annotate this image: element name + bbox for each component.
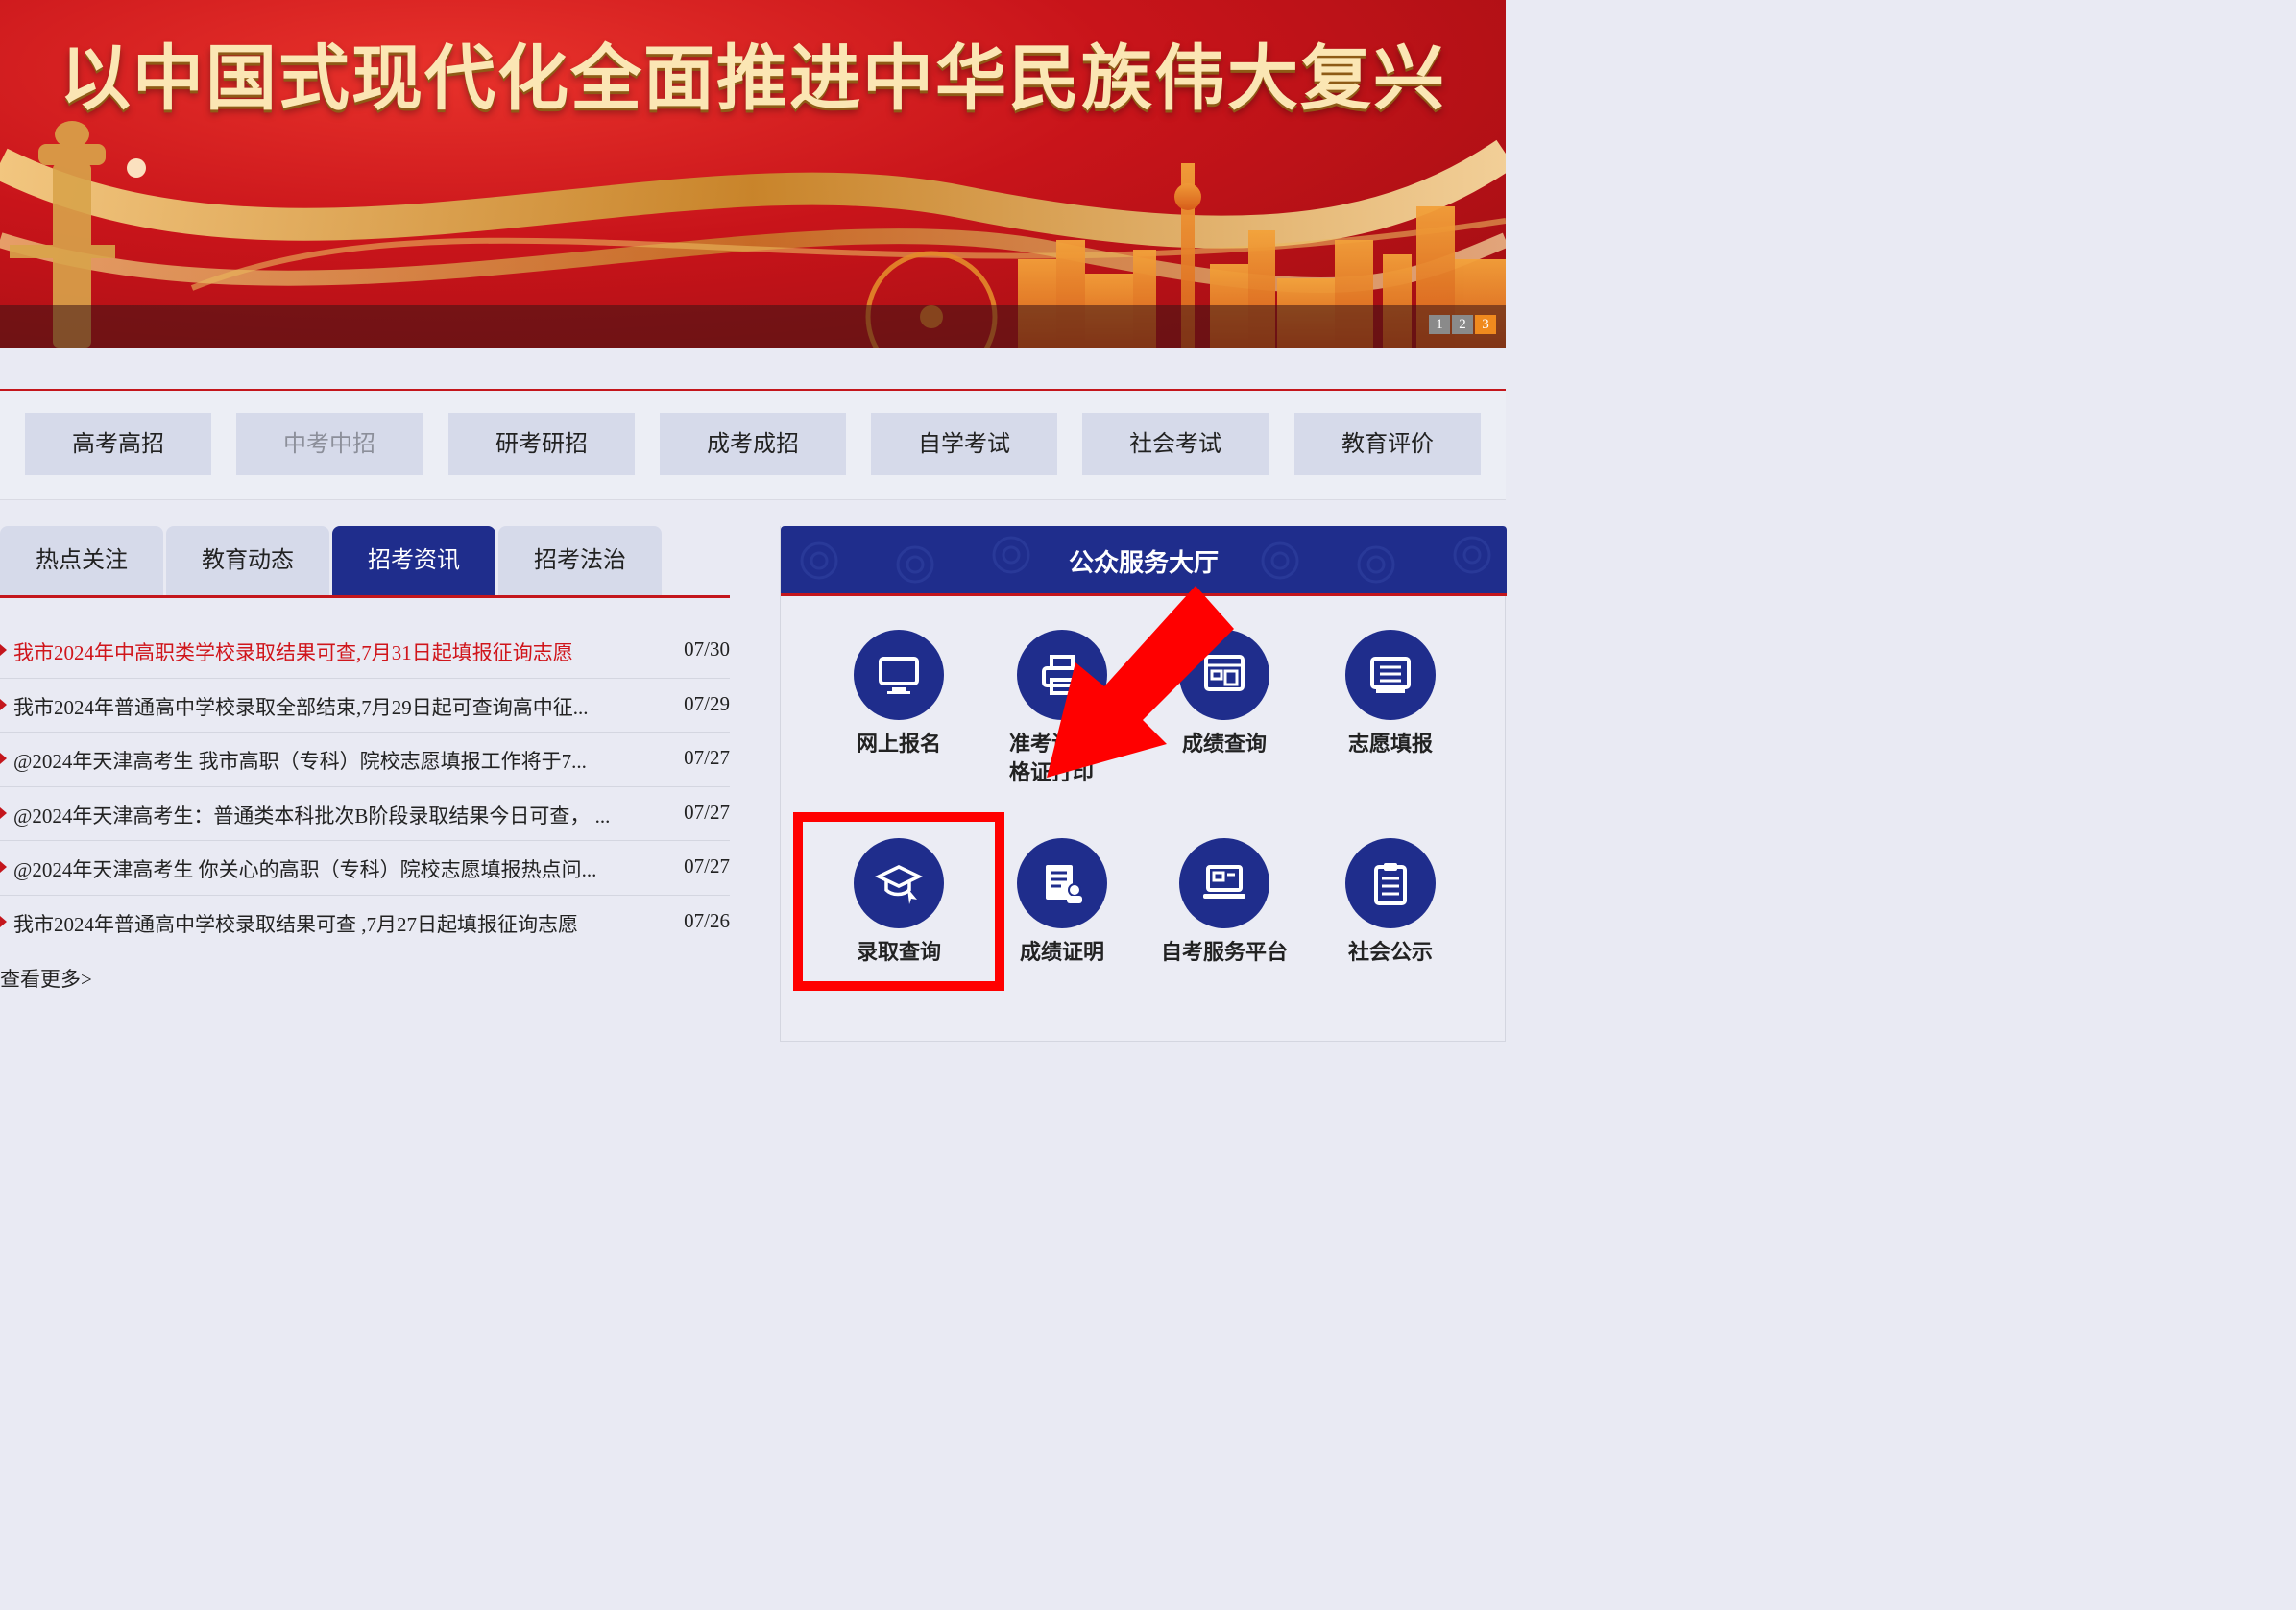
nav-yankao[interactable]: 研考研招 (448, 413, 635, 475)
bullet-icon (0, 698, 7, 710)
news-item[interactable]: @2024年天津高考生：普通类本科批次B阶段录取结果今日可查， ... 07/2… (0, 787, 730, 841)
bullet-icon (0, 915, 7, 927)
banner-page-2[interactable]: 2 (1452, 315, 1473, 334)
news-item[interactable]: 我市2024年中高职类学校录取结果可查,7月31日起填报征询志愿 07/30 (0, 624, 730, 679)
news-title[interactable]: @2024年天津高考生 你关心的高职（专科）院校志愿填报热点问... (13, 854, 596, 883)
news-title[interactable]: @2024年天津高考生 我市高职（专科）院校志愿填报工作将于7... (13, 746, 587, 775)
nav-chengkao[interactable]: 成考成招 (660, 413, 846, 475)
page: 以中国式现代化全面推进中华民族伟大复兴 1 2 3 高考高招 中考中招 研考研招… (0, 0, 1507, 1056)
news-title[interactable]: 我市2024年普通高中学校录取全部结束,7月29日起可查询高中征... (13, 692, 589, 721)
news-title[interactable]: @2024年天津高考生：普通类本科批次B阶段录取结果今日可查， ... (13, 801, 610, 829)
news-date: 07/30 (684, 637, 730, 661)
laptop-icon (1179, 838, 1269, 928)
news-date: 07/27 (684, 800, 730, 824)
service-self-study-platform[interactable]: 自考服务平台 (1152, 838, 1296, 967)
service-label: 社会公示 (1347, 940, 1433, 964)
nav-zixue[interactable]: 自学考试 (871, 413, 1057, 475)
nav-shehui[interactable]: 社会考试 (1082, 413, 1269, 475)
news-title[interactable]: 我市2024年中高职类学校录取结果可查,7月31日起填报征询志愿 (13, 637, 573, 666)
news-tabs: 热点关注 教育动态 招考资讯 招考法治 (0, 526, 730, 598)
tab-hot[interactable]: 热点关注 (0, 526, 163, 595)
news-date: 07/27 (684, 746, 730, 769)
banner-pager: 1 2 3 (1429, 315, 1496, 334)
news-item[interactable]: 我市2024年普通高中学校录取结果可查 ,7月27日起填报征询志愿 07/26 (0, 896, 730, 949)
red-arrow-icon (1047, 586, 1234, 778)
tab-education-news[interactable]: 教育动态 (166, 526, 329, 595)
category-nav: 高考高招 中考中招 研考研招 成考成招 自学考试 社会考试 教育评价 (0, 389, 1506, 500)
list-icon (1345, 630, 1436, 720)
banner[interactable]: 以中国式现代化全面推进中华民族伟大复兴 1 2 3 (0, 0, 1506, 348)
news-item[interactable]: 我市2024年普通高中学校录取全部结束,7月29日起可查询高中征... 07/2… (0, 679, 730, 733)
tab-exam-law[interactable]: 招考法治 (498, 526, 662, 595)
nav-jiaoyu-pingjia[interactable]: 教育评价 (1294, 413, 1481, 475)
news-item[interactable]: @2024年天津高考生 我市高职（专科）院校志愿填报工作将于7... 07/27 (0, 733, 730, 787)
news-list: 我市2024年中高职类学校录取结果可查,7月31日起填报征询志愿 07/30 我… (0, 624, 730, 949)
news-date: 07/29 (684, 691, 730, 715)
nav-gaokao[interactable]: 高考高招 (25, 413, 211, 475)
service-label: 网上报名 (856, 732, 941, 756)
bullet-icon (0, 861, 7, 873)
hall-title: 公众服务大厅 (1068, 548, 1219, 577)
banner-title: 以中国式现代化全面推进中华民族伟大复兴 (60, 37, 1446, 120)
news-title[interactable]: 我市2024年普通高中学校录取结果可查 ,7月27日起填报征询志愿 (13, 909, 578, 938)
monitor-icon (854, 630, 944, 720)
service-online-registration[interactable]: 网上报名 (827, 630, 971, 758)
banner-page-1[interactable]: 1 (1429, 315, 1450, 334)
news-item[interactable]: @2024年天津高考生 你关心的高职（专科）院校志愿填报热点问... 07/27 (0, 841, 730, 896)
service-volunteer-application[interactable]: 志愿填报 (1318, 630, 1462, 758)
service-label: 成绩证明 (1019, 940, 1104, 964)
bullet-icon (0, 806, 7, 819)
service-label: 志愿填报 (1347, 732, 1433, 756)
highlight-box (793, 812, 1004, 991)
bullet-icon (0, 644, 7, 656)
more-link[interactable]: 查看更多> (0, 964, 92, 993)
news-date: 07/27 (684, 854, 730, 877)
service-label: 自考服务平台 (1160, 940, 1288, 964)
banner-page-3[interactable]: 3 (1475, 315, 1496, 334)
tab-exam-info[interactable]: 招考资讯 (332, 526, 495, 595)
clipboard-icon (1345, 838, 1436, 928)
news-date: 07/26 (684, 908, 730, 932)
bullet-icon (0, 753, 7, 764)
nav-zhongkao[interactable]: 中考中招 (236, 413, 423, 475)
service-public-notice[interactable]: 社会公示 (1318, 838, 1462, 967)
service-score-certificate[interactable]: 成绩证明 (990, 838, 1134, 967)
banner-caption-strip (0, 305, 1506, 348)
certificate-icon (1017, 838, 1107, 928)
